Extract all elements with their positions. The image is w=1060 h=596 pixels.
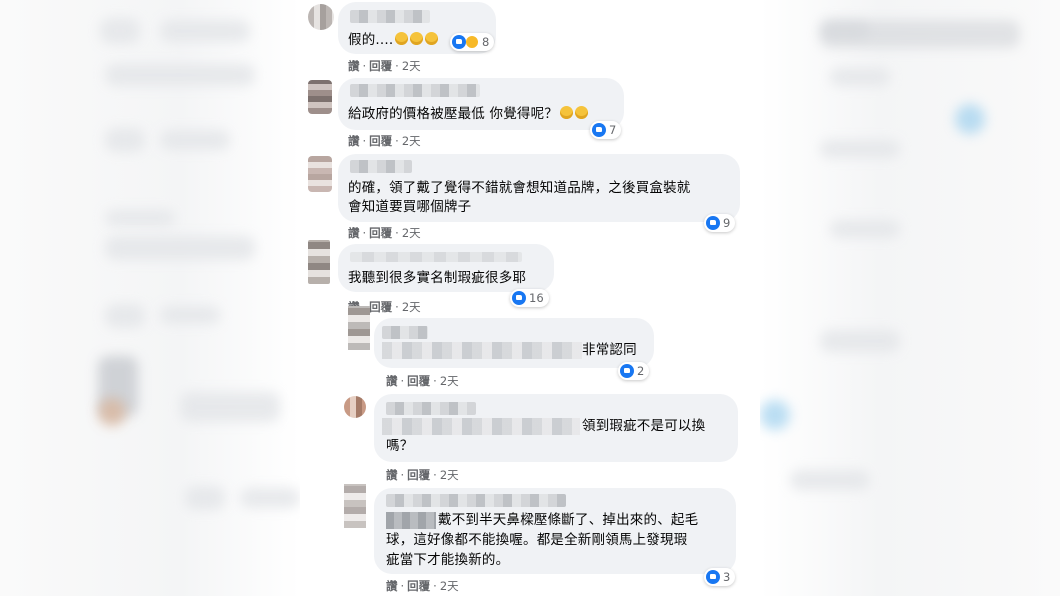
- reaction-count[interactable]: 2: [618, 362, 650, 380]
- reaction-count[interactable]: 8: [450, 33, 495, 51]
- reply-text-line-2: 嗎？: [386, 438, 414, 454]
- reply-text-line-1: 戴不到半天鼻樑壓條斷了、掉出來的、起毛: [438, 512, 699, 528]
- reaction-number: 3: [723, 570, 731, 584]
- like-link[interactable]: 讚: [386, 468, 398, 482]
- reply-link[interactable]: 回覆: [369, 226, 392, 240]
- comment-text-line-2: 會知道要買哪個牌子: [348, 199, 472, 215]
- comment-bubble: 的確，領了戴了覺得不錯就會想知道品牌，之後買盒裝就 會知道要買哪個牌子: [338, 154, 740, 222]
- grinning-emoji-icon: [410, 32, 424, 45]
- timestamp[interactable]: 2天: [402, 134, 421, 148]
- like-icon: [592, 123, 606, 137]
- blurred-mention: [386, 512, 436, 529]
- blurred-commenter-name[interactable]: [350, 10, 430, 23]
- timestamp[interactable]: 2天: [440, 579, 459, 593]
- replier-avatar[interactable]: [344, 396, 366, 418]
- grinning-emoji-icon: [560, 106, 573, 119]
- reply-text: 非常認同: [582, 342, 637, 358]
- reaction-number: 8: [482, 35, 490, 49]
- comment-text: 給政府的價格被壓最低 你覺得呢？: [348, 104, 588, 125]
- reply-text-line-2: 球，這好像都不能換喔。都是全新剛領馬上發現瑕: [386, 532, 688, 548]
- timestamp[interactable]: 2天: [402, 59, 421, 73]
- replier-avatar[interactable]: [348, 306, 370, 350]
- replier-avatar[interactable]: [344, 484, 366, 528]
- like-link[interactable]: 讚: [348, 226, 360, 240]
- comment-text-line-1: 的確，領了戴了覺得不錯就會想知道品牌，之後買盒裝就: [348, 180, 691, 196]
- comment-actions: 讚·回覆·2天: [348, 134, 421, 148]
- reply-bubble: 戴不到半天鼻樑壓條斷了、掉出來的、起毛 球，這好像都不能換喔。都是全新剛領馬上發…: [374, 488, 736, 574]
- like-link[interactable]: 讚: [348, 59, 360, 73]
- reply-text-line-1: 領到瑕疵不是可以換: [582, 418, 706, 434]
- reply-actions: 讚 · 回覆 · 2天: [386, 579, 459, 593]
- blurred-background-right: [760, 0, 1060, 596]
- timestamp[interactable]: 2天: [440, 374, 459, 388]
- reply-link[interactable]: 回覆: [407, 579, 430, 593]
- reply-link[interactable]: 回覆: [407, 374, 430, 388]
- like-link[interactable]: 讚: [386, 374, 398, 388]
- comment-text: 假的....: [348, 30, 439, 51]
- comment-feed: 假的.... 8 讚 · 回覆 · 2天 給政府的價格被壓最低 你覺得呢？ 7 讚 · 回覆…: [300, 0, 760, 596]
- grinning-emoji-icon: [575, 106, 588, 119]
- reaction-number: 9: [723, 216, 731, 230]
- timestamp[interactable]: 2天: [402, 226, 421, 240]
- blurred-mention: [382, 418, 580, 435]
- like-link[interactable]: 讚: [386, 579, 398, 593]
- timestamp[interactable]: 2天: [440, 468, 459, 482]
- haha-icon: [465, 35, 479, 49]
- reply-link[interactable]: 回覆: [369, 59, 392, 73]
- commenter-avatar[interactable]: [308, 80, 332, 114]
- reaction-count[interactable]: 9: [704, 214, 736, 232]
- blurred-commenter-name[interactable]: [350, 160, 412, 173]
- blurred-replier-name[interactable]: [382, 326, 428, 339]
- grinning-emoji-icon: [425, 32, 439, 45]
- like-link[interactable]: 讚: [348, 134, 360, 148]
- reaction-number: 2: [637, 364, 645, 378]
- timestamp[interactable]: 2天: [402, 300, 421, 314]
- reply-actions: 讚 · 回覆 · 2天: [386, 468, 459, 482]
- grinning-emoji-icon: [395, 32, 409, 45]
- blurred-replier-name[interactable]: [386, 494, 566, 507]
- commenter-avatar[interactable]: [308, 4, 334, 30]
- blurred-replier-name[interactable]: [386, 402, 476, 415]
- reply-link[interactable]: 回覆: [407, 468, 430, 482]
- like-icon: [512, 291, 526, 305]
- reply-text-line-3: 疵當下才能換新的。: [386, 552, 510, 568]
- comment-bubble: 我聽到很多實名制瑕疵很多耶: [338, 244, 554, 292]
- commenter-avatar[interactable]: [308, 240, 330, 284]
- blurred-background-left: [0, 0, 300, 596]
- like-icon: [620, 364, 634, 378]
- comment-actions: 讚·回覆·2天: [348, 59, 421, 73]
- comment-text: 我聽到很多實名制瑕疵很多耶: [348, 270, 527, 286]
- reaction-number: 16: [529, 291, 544, 305]
- reaction-count[interactable]: 3: [704, 568, 736, 586]
- comment-bubble: 給政府的價格被壓最低 你覺得呢？: [338, 78, 624, 130]
- blurred-commenter-name[interactable]: [350, 84, 480, 97]
- comment-actions: 讚·回覆·2天: [348, 226, 421, 240]
- like-icon: [452, 35, 466, 49]
- reaction-number: 7: [609, 123, 617, 137]
- blurred-commenter-name[interactable]: [350, 252, 522, 262]
- reply-bubble: 領到瑕疵不是可以換 嗎？: [374, 394, 738, 462]
- reply-actions: 讚 · 回覆 · 2天: [386, 374, 459, 388]
- blurred-mention: [382, 342, 582, 359]
- reply-link[interactable]: 回覆: [369, 134, 392, 148]
- like-icon: [706, 216, 720, 230]
- reaction-count[interactable]: 7: [590, 121, 622, 139]
- like-icon: [706, 570, 720, 584]
- commenter-avatar[interactable]: [308, 156, 332, 192]
- reply-link[interactable]: 回覆: [369, 300, 392, 314]
- reply-bubble: 非常認同: [374, 318, 654, 368]
- reaction-count[interactable]: 16: [510, 289, 549, 307]
